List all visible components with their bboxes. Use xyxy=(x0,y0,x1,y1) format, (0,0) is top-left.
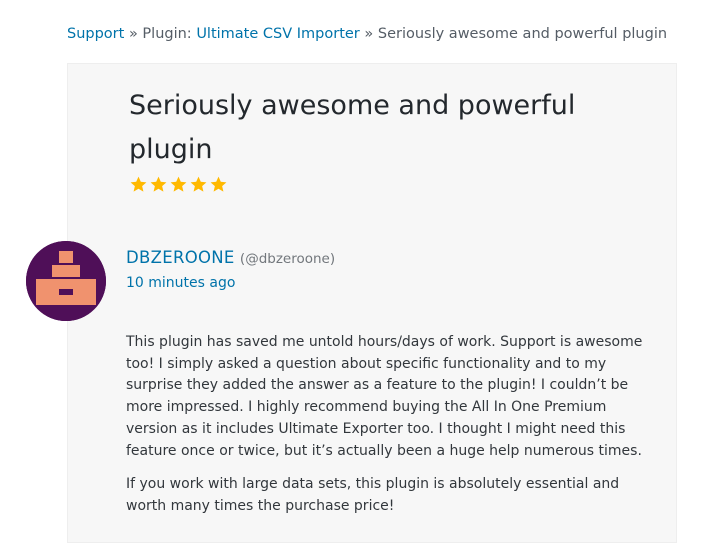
review-paragraph: This plugin has saved me untold hours/da… xyxy=(126,334,643,459)
star-icon xyxy=(169,175,188,194)
breadcrumb-plugin-link[interactable]: Ultimate CSV Importer xyxy=(196,26,359,42)
author-handle: (@dbzeroone) xyxy=(239,251,336,267)
breadcrumb-separator: » xyxy=(128,26,138,42)
star-icon xyxy=(149,175,168,194)
review-timestamp-link[interactable]: 10 minutes ago xyxy=(126,275,235,291)
review-title: Seriously awesome and powerful plugin xyxy=(129,90,576,165)
breadcrumb-separator: » xyxy=(364,26,374,42)
star-icon xyxy=(189,175,208,194)
star-icon xyxy=(209,175,228,194)
review-paragraph: If you work with large data sets, this p… xyxy=(126,476,620,514)
review-body: This plugin has saved me untold hours/da… xyxy=(126,332,648,530)
breadcrumb-current: Seriously awesome and powerful plugin xyxy=(377,26,668,42)
avatar[interactable] xyxy=(26,241,106,321)
star-rating xyxy=(129,175,228,194)
breadcrumb-support-link[interactable]: Support xyxy=(67,26,124,42)
author-name-link[interactable]: DBZEROONE xyxy=(126,248,235,267)
review-author: DBZEROONE (@dbzeroone) xyxy=(126,248,335,267)
breadcrumb-plugin-prefix: Plugin: xyxy=(142,26,192,42)
breadcrumb: Support » Plugin: Ultimate CSV Importer … xyxy=(67,26,667,42)
identicon-icon xyxy=(26,241,106,321)
star-icon xyxy=(129,175,148,194)
